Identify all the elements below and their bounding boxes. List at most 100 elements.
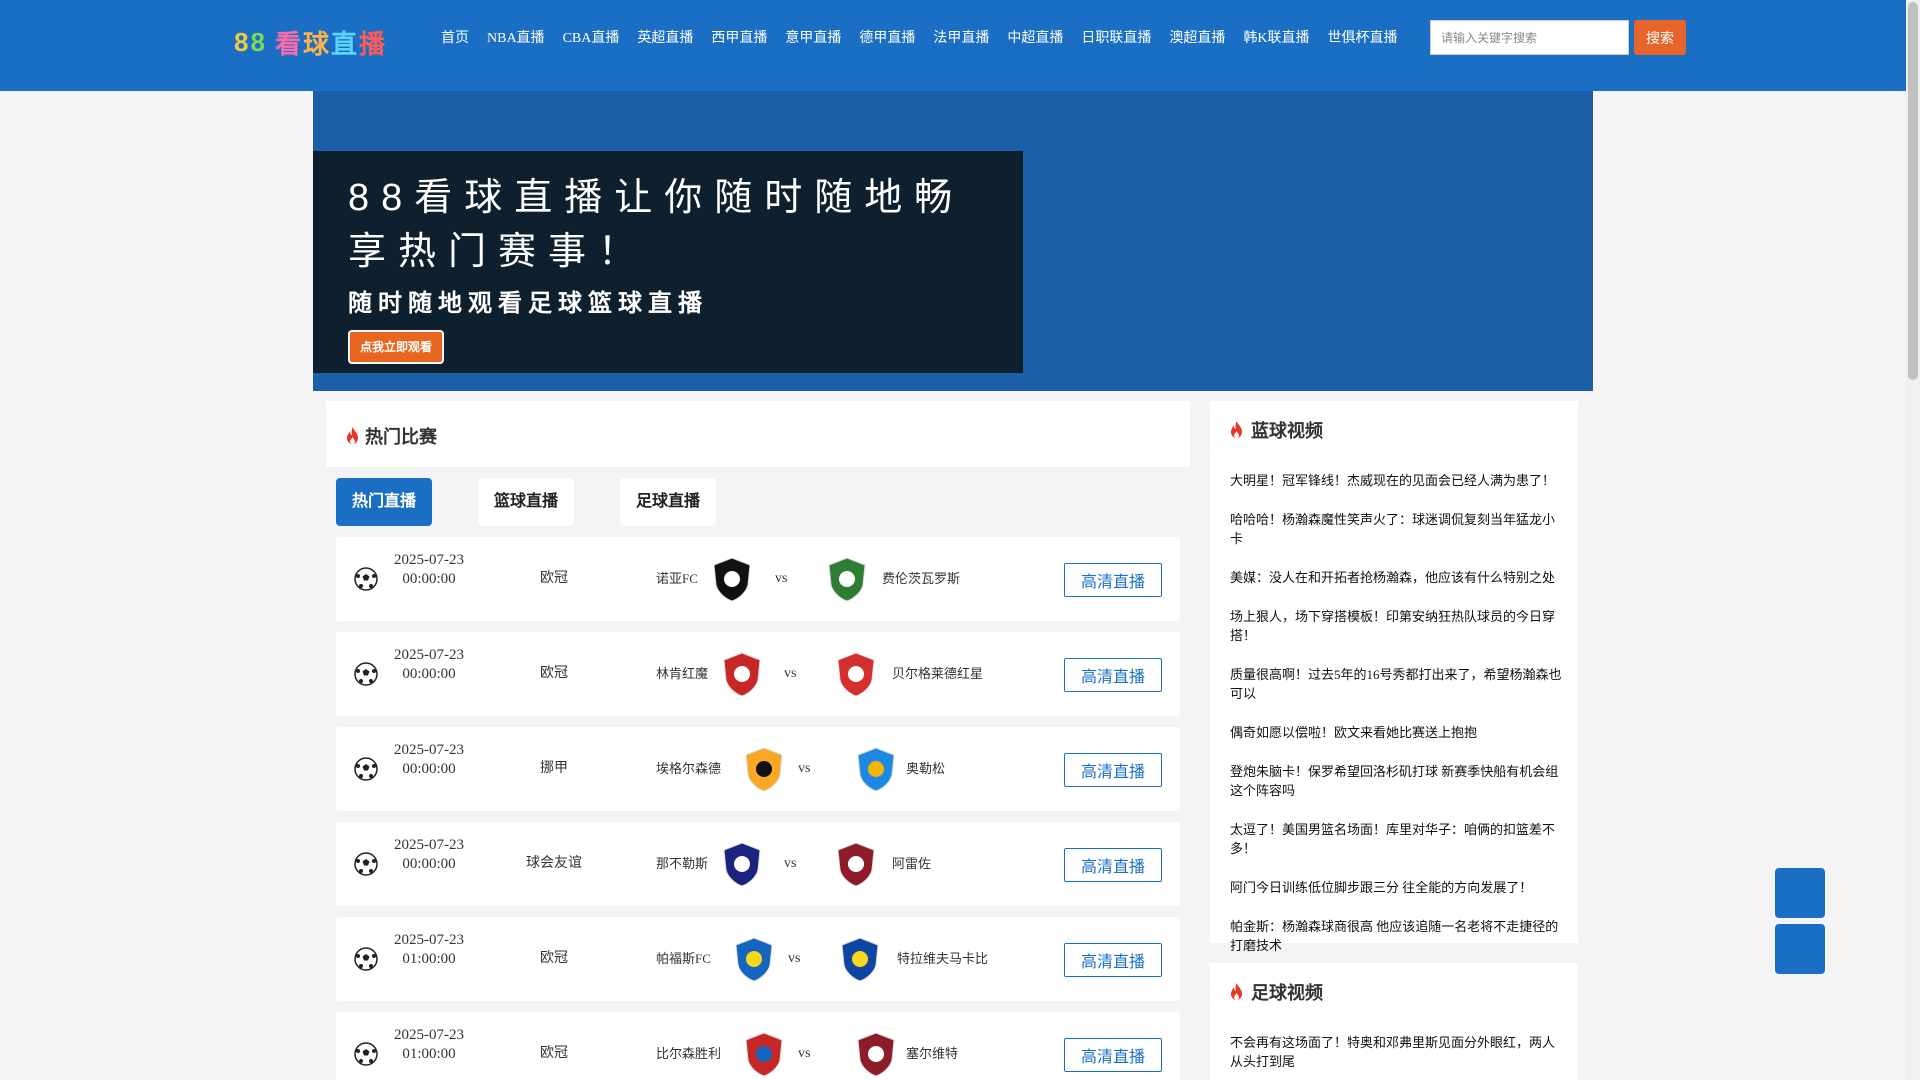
video-link[interactable]: 哈哈哈！杨瀚森魔性笑声火了：球迷调侃复刻当年猛龙小卡: [1230, 510, 1566, 548]
away-team-logo: [823, 555, 871, 603]
vs-label: vs: [784, 856, 797, 871]
hd-live-button[interactable]: 高清直播: [1064, 563, 1162, 597]
home-team-logo: [718, 650, 766, 698]
match-row[interactable]: 2025-07-23 00:00:00 挪甲 埃格尔森德 vs 奥勒松 高清直播: [336, 727, 1180, 811]
home-team-name: 比尔森胜利: [656, 1046, 722, 1061]
nav-csl[interactable]: 中超直播: [998, 28, 1072, 50]
match-time: 01:00:00: [402, 1046, 456, 1062]
match-time: 00:00:00: [402, 856, 456, 872]
soccer-ball-icon: [354, 662, 378, 686]
nav-j-league[interactable]: 日职联直播: [1072, 28, 1160, 50]
match-datetime: 2025-07-23 00:00:00: [386, 551, 472, 589]
match-row[interactable]: 2025-07-23 00:00:00 欧冠 林肯红魔 vs 贝尔格莱德红星 高清直播: [336, 632, 1180, 716]
nav-serie-a[interactable]: 意甲直播: [776, 28, 850, 50]
match-list: 2025-07-23 00:00:00 欧冠 诺亚FC vs 费伦茨瓦罗斯 高清直播 2025…: [336, 537, 1180, 1080]
logo-char: 直: [330, 28, 359, 59]
hot-matches-header: 热门比赛: [326, 401, 1190, 467]
banner-title: 88看球直播让你随时随地畅享热门赛事！: [348, 177, 965, 273]
match-row[interactable]: 2025-07-23 01:00:00 欧冠 比尔森胜利 vs 塞尔维特 高清直播: [336, 1012, 1180, 1080]
match-league: 欧冠: [540, 1046, 568, 1061]
away-team-name: 奥勒松: [906, 761, 946, 776]
home-team-logo: [740, 745, 788, 793]
hd-live-button[interactable]: 高清直播: [1064, 658, 1162, 692]
nav-la-liga[interactable]: 西甲直播: [702, 28, 776, 50]
nav-k-league[interactable]: 韩K联直播: [1234, 28, 1318, 50]
away-team-logo: [832, 840, 880, 888]
tab-football-live[interactable]: 足球直播: [620, 478, 716, 526]
tab-hot-live[interactable]: 热门直播: [336, 478, 432, 526]
hd-live-button[interactable]: 高清直播: [1064, 943, 1162, 977]
banner-card: 88看球直播让你随时随地畅享热门赛事！ 随时随地观看足球篮球直播 点我立即观看: [313, 151, 1023, 373]
match-league: 欧冠: [540, 571, 568, 586]
nav-club-world-cup[interactable]: 世俱杯直播: [1318, 28, 1406, 50]
banner-subtitle: 随时随地观看足球篮球直播: [348, 290, 708, 317]
float-service-button[interactable]: [1775, 868, 1825, 918]
hero-banner: 88看球直播让你随时随地畅享热门赛事！ 随时随地观看足球篮球直播 点我立即观看: [313, 91, 1593, 391]
match-date: 2025-07-23: [394, 647, 464, 663]
section-title: 足球视频: [1230, 963, 1566, 1021]
fire-icon: [347, 427, 358, 444]
away-team-name: 特拉维夫马卡比: [897, 951, 989, 966]
home-team-logo: [740, 1030, 788, 1078]
nav-bundesliga[interactable]: 德甲直播: [850, 28, 924, 50]
search-input[interactable]: [1430, 20, 1629, 55]
football-video-panel: 足球视频 不会再有这场面了！特奥和邓弗里斯见面分外眼红，两人从头打到尾: [1210, 963, 1578, 1080]
nav-cba[interactable]: CBA直播: [554, 28, 629, 50]
vs-label: vs: [798, 1046, 811, 1061]
video-link[interactable]: 帕金斯：杨瀚森球商很高 他应该追随一名老将不走捷径的打磨技术: [1230, 917, 1566, 955]
hd-live-button[interactable]: 高清直播: [1064, 848, 1162, 882]
logo-char: 播: [358, 28, 387, 59]
video-link[interactable]: 不会再有这场面了！特奥和邓弗里斯见面分外眼红，两人从头打到尾: [1230, 1033, 1566, 1071]
match-row[interactable]: 2025-07-23 00:00:00 球会友谊 那不勒斯 vs 阿雷佐 高清直播: [336, 822, 1180, 906]
logo-char: 球: [302, 28, 331, 59]
video-link[interactable]: 质量很高啊！过去5年的16号秀都打出来了，希望杨瀚森也可以: [1230, 665, 1566, 703]
home-team-logo: [730, 935, 778, 983]
scrollbar-thumb[interactable]: [1908, 2, 1918, 380]
hd-live-button[interactable]: 高清直播: [1064, 1038, 1162, 1072]
site-header: 8 8 看 球 直 播 首页 NBA直播 CBA直播 英超直播 西甲直播 意甲直…: [0, 0, 1906, 91]
match-row[interactable]: 2025-07-23 01:00:00 欧冠 帕福斯FC vs 特拉维夫马卡比 高清直播: [336, 917, 1180, 1001]
hd-live-button[interactable]: 高清直播: [1064, 753, 1162, 787]
away-team-logo: [852, 1030, 900, 1078]
nav-premier-league[interactable]: 英超直播: [628, 28, 702, 50]
site-logo[interactable]: 8 8 看 球 直 播: [234, 24, 387, 60]
nav-home[interactable]: 首页: [432, 28, 478, 50]
away-team-logo: [836, 935, 884, 983]
fire-icon: [1231, 983, 1242, 1000]
nav-a-league[interactable]: 澳超直播: [1160, 28, 1234, 50]
watch-now-button[interactable]: 点我立即观看: [348, 330, 445, 364]
video-link[interactable]: 偶奇如愿以偿啦！欧文来看她比赛送上抱抱: [1230, 723, 1566, 742]
vs-label: vs: [798, 761, 811, 776]
logo-char: 8: [234, 26, 251, 57]
video-link[interactable]: 阿门今日训练低位脚步跟三分 往全能的方向发展了！: [1230, 878, 1566, 897]
football-video-list: 不会再有这场面了！特奥和邓弗里斯见面分外眼红，两人从头打到尾: [1230, 1033, 1566, 1071]
video-link[interactable]: 太逗了！美国男篮名场面！库里对华子：咱俩的扣篮差不多！: [1230, 820, 1566, 858]
soccer-ball-icon: [354, 947, 378, 971]
soccer-ball-icon: [354, 1042, 378, 1066]
nav-ligue-1[interactable]: 法甲直播: [924, 28, 998, 50]
back-to-top-button[interactable]: [1775, 924, 1825, 974]
logo-char: 看: [274, 28, 303, 59]
nav-nba[interactable]: NBA直播: [478, 28, 554, 50]
away-team-name: 费伦茨瓦罗斯: [882, 571, 961, 586]
page-scrollbar[interactable]: [1906, 0, 1920, 1080]
away-team-name: 贝尔格莱德红星: [892, 666, 984, 681]
tab-basketball-live[interactable]: 篮球直播: [478, 478, 574, 526]
video-link[interactable]: 大明星！冠军锋线！杰威现在的见面会已经人满为患了！: [1230, 471, 1566, 490]
vs-label: vs: [784, 666, 797, 681]
match-date: 2025-07-23: [394, 742, 464, 758]
main-nav: 首页 NBA直播 CBA直播 英超直播 西甲直播 意甲直播 德甲直播 法甲直播 …: [432, 28, 1406, 50]
basketball-video-panel: 蓝球视频 大明星！冠军锋线！杰威现在的见面会已经人满为患了！ 哈哈哈！杨瀚森魔性笑…: [1210, 401, 1578, 953]
match-time: 00:00:00: [402, 761, 456, 777]
video-link[interactable]: 美媒：没人在和开拓者抢杨瀚森，他应该有什么特别之处: [1230, 568, 1566, 587]
match-row[interactable]: 2025-07-23 00:00:00 欧冠 诺亚FC vs 费伦茨瓦罗斯 高清直播: [336, 537, 1180, 621]
video-link[interactable]: 登炮朱脑卡！保罗希望回洛杉矶打球 新赛季快船有机会组这个阵容吗: [1230, 762, 1566, 800]
vs-label: vs: [775, 571, 788, 586]
search-button[interactable]: 搜索: [1634, 20, 1686, 55]
home-team-name: 帕福斯FC: [656, 951, 711, 966]
match-time: 00:00:00: [402, 571, 456, 587]
match-date: 2025-07-23: [394, 932, 464, 948]
video-link[interactable]: 场上狠人，场下穿搭模板！印第安纳狂热队球员的今日穿搭！: [1230, 607, 1566, 645]
match-league: 球会友谊: [526, 856, 582, 871]
home-team-name: 那不勒斯: [656, 856, 709, 871]
